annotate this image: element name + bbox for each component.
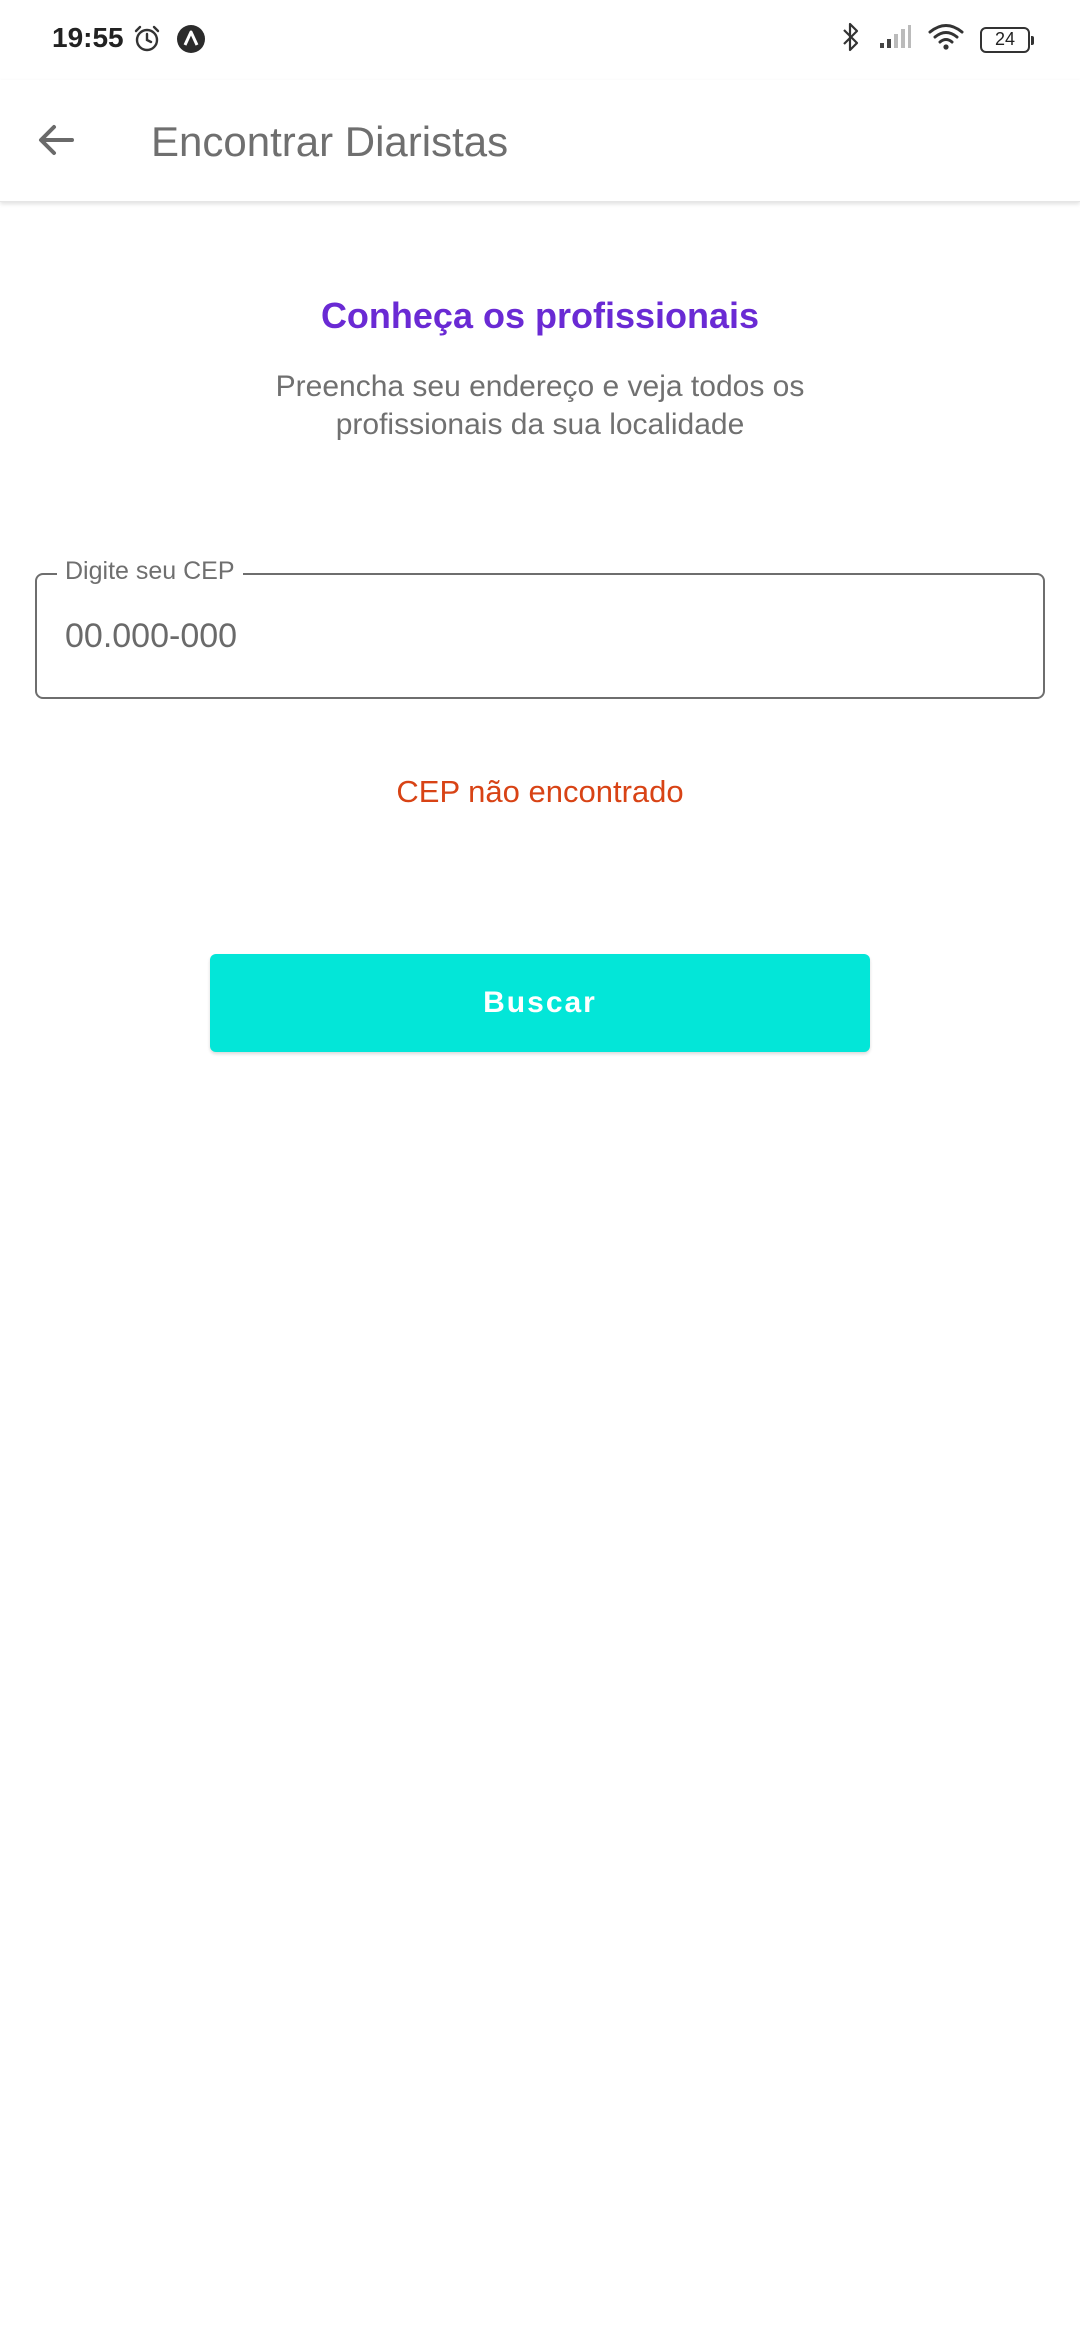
section-subtitle: Preencha seu endereço e veja todos os pr… — [190, 368, 890, 444]
status-bar: 19:55 24 — [0, 0, 1080, 80]
section-heading: Conheça os profissionais — [320, 295, 760, 336]
status-right-icons: 24 — [840, 22, 1034, 57]
bluetooth-icon — [840, 22, 862, 57]
back-button[interactable] — [26, 112, 86, 172]
wifi-icon — [928, 23, 964, 56]
subtitle-line-1: Preencha seu endereço e veja todos os — [275, 370, 805, 403]
cep-input[interactable] — [65, 603, 1005, 669]
arrow-back-icon — [36, 120, 76, 165]
status-left-icons — [132, 24, 206, 59]
error-message: CEP não encontrado — [396, 774, 684, 809]
battery-icon: 24 — [980, 26, 1034, 53]
cep-field-label: Digite seu CEP — [57, 557, 243, 586]
status-time: 19:55 — [52, 22, 124, 53]
app-bar: Encontrar Diaristas — [0, 80, 1080, 202]
search-button[interactable]: Buscar — [210, 954, 870, 1052]
subtitle-line-2: profissionais da sua localidade — [335, 408, 745, 441]
cep-field[interactable]: Digite seu CEP — [35, 557, 1045, 699]
page-title: Encontrar Diaristas — [151, 118, 509, 165]
app-notification-icon — [176, 24, 206, 59]
cell-signal-icon — [878, 24, 912, 55]
alarm-icon — [132, 24, 162, 59]
